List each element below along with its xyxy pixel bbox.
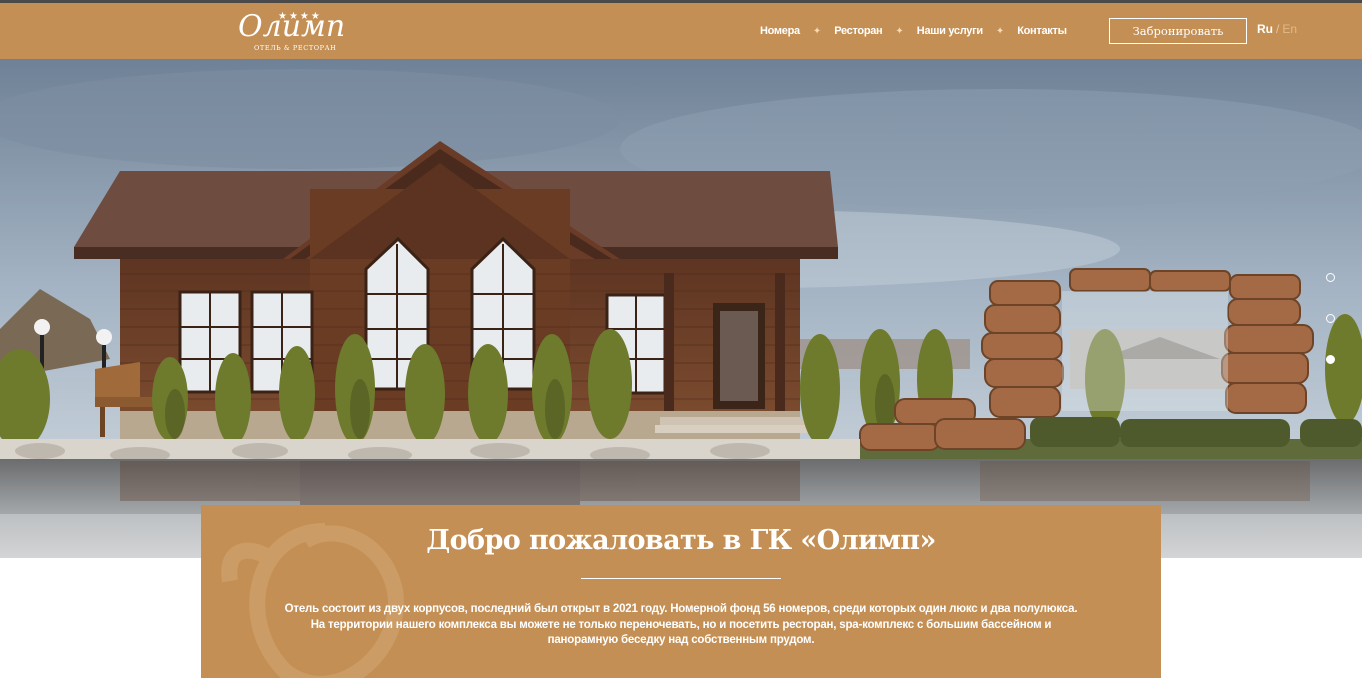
slider-dot[interactable] [1326,314,1335,323]
divider [581,578,781,579]
book-button[interactable]: Забронировать [1109,18,1247,44]
nav-item-services[interactable]: Наши услуги [917,25,983,37]
main-nav: Номера ✦ Ресторан ✦ Наши услуги ✦ Контак… [760,21,1067,41]
welcome-panel: Добро пожаловать в ГК «Олимп» Отель сост… [201,505,1161,678]
nav-item-restaurant[interactable]: Ресторан [834,25,883,37]
logo[interactable]: Олимп ★★★★ ОТЕЛЬ & РЕСТОРАН [238,9,345,55]
language-switcher: Ru / En [1257,22,1297,36]
logo-stars: ★★★★ [278,11,322,22]
nav-item-rooms[interactable]: Номера [760,25,800,37]
lang-en[interactable]: En [1282,22,1297,36]
welcome-title: Добро пожаловать в ГК «Олимп» [426,525,936,556]
slider-dot[interactable] [1326,273,1335,282]
nav-item-contacts[interactable]: Контакты [1017,25,1067,37]
lang-divider: / [1276,22,1280,36]
slider-dot-active[interactable] [1326,355,1335,364]
site-header: Олимп ★★★★ ОТЕЛЬ & РЕСТОРАН Номера ✦ Рес… [0,3,1362,59]
hero-slider [0,59,1362,558]
lang-ru[interactable]: Ru [1257,22,1273,36]
nav-separator-icon: ✦ [995,25,1005,37]
hero-image [0,59,1362,558]
nav-separator-icon: ✦ [812,25,822,37]
logo-subtitle: ОТЕЛЬ & РЕСТОРАН [254,44,337,52]
welcome-description: Отель состоит из двух корпусов, последни… [284,603,1078,646]
slider-dots [1326,273,1335,396]
nav-separator-icon: ✦ [895,25,904,37]
